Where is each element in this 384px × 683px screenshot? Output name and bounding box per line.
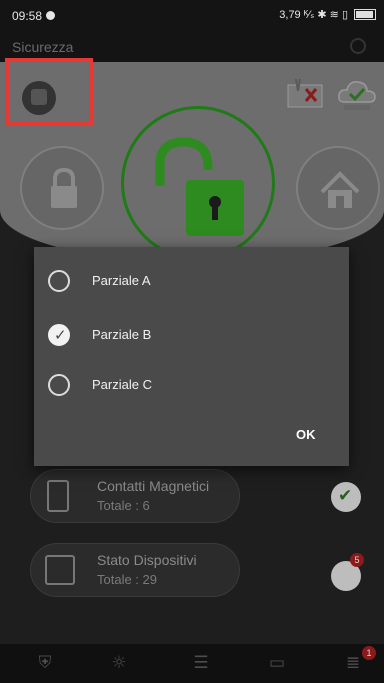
list-item[interactable]: Stato Dispositivi Totale : 29 [30,543,240,597]
home-mode-button[interactable] [296,146,380,230]
armed-lock-button[interactable] [20,146,104,230]
highlight-box [5,58,93,125]
network-error-icon[interactable] [286,75,324,113]
door-icon [47,480,69,512]
status-bar: 09:58 3,79 ᴷ⁄ₛ ✱ ≋ ▯ [0,0,384,32]
battery-icon [354,9,376,20]
partial-mode-dialog: Parziale A Parziale B Parziale C OK [34,247,349,466]
option-parziale-b[interactable]: Parziale B [48,315,328,355]
network-speed: 3,79 ᴷ⁄ₛ ✱ ≋ ▯ [279,9,348,21]
option-label: Parziale C [92,377,152,392]
home-icon [320,171,360,208]
notification-dot-icon [46,11,55,20]
sun-icon[interactable]: ☼ [108,652,130,674]
ok-button[interactable]: OK [296,427,316,442]
lock-icon [51,167,77,208]
row-subtitle: Totale : 29 [97,572,157,587]
shield-icon[interactable]: ⛨ [34,652,56,674]
bottom-nav: ⛨ ☼ ☰ ▭ ≣ [0,644,384,683]
settings-icon[interactable] [350,38,366,54]
option-label: Parziale A [92,273,151,288]
check-icon [331,482,361,512]
option-parziale-c[interactable]: Parziale C [48,365,328,405]
option-parziale-a[interactable]: Parziale A [48,261,328,301]
list-icon[interactable]: ≣ [342,652,364,674]
cloud-ok-icon[interactable] [336,74,378,114]
list-item[interactable]: Contatti Magnetici Totale : 6 [30,469,240,523]
status-indicators: 3,79 ᴷ⁄ₛ ✱ ≋ ▯ [279,8,376,21]
warning-badge: 5 [350,553,364,567]
chip-icon [45,555,75,585]
radio-unchecked-icon[interactable] [48,270,70,292]
row-subtitle: Totale : 6 [97,498,150,513]
row-title: Stato Dispositivi [97,552,197,568]
radio-checked-icon[interactable] [48,324,70,346]
camera-icon[interactable]: ▭ [266,652,288,674]
option-label: Parziale B [92,327,152,342]
page-title: Sicurezza [12,39,74,55]
status-time: 09:58 [12,9,43,23]
open-padlock-icon [155,137,244,236]
row-title: Contatti Magnetici [97,478,210,494]
sliders-icon[interactable]: ☰ [190,652,212,674]
list-badge: 1 [362,646,376,660]
radio-unchecked-icon[interactable] [48,374,70,396]
